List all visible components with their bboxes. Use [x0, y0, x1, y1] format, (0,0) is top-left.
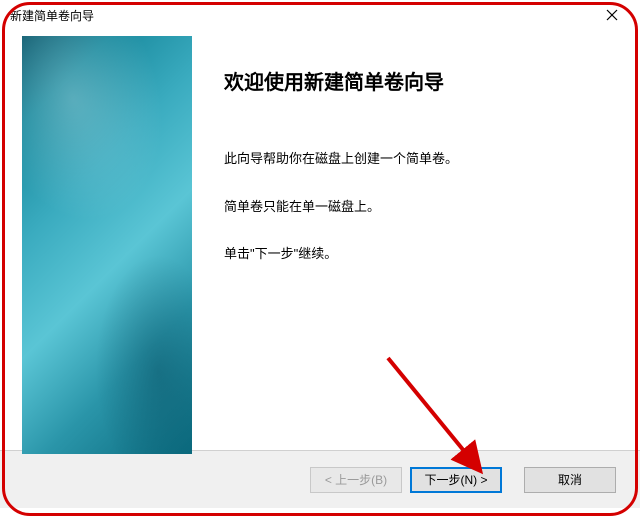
window-title: 新建简单卷向导 [10, 7, 94, 24]
content-area: 欢迎使用新建简单卷向导 此向导帮助你在磁盘上创建一个简单卷。 简单卷只能在单一磁… [0, 30, 640, 450]
main-content: 欢迎使用新建简单卷向导 此向导帮助你在磁盘上创建一个简单卷。 简单卷只能在单一磁… [192, 30, 640, 450]
close-button[interactable] [592, 1, 632, 29]
title-bar: 新建简单卷向导 [0, 0, 640, 30]
wizard-sidebar-graphic [22, 36, 192, 454]
next-button[interactable]: 下一步(N) > [410, 467, 502, 493]
wizard-text-1: 此向导帮助你在磁盘上创建一个简单卷。 [224, 149, 610, 169]
back-button: < 上一步(B) [310, 467, 402, 493]
close-icon [606, 9, 618, 21]
cancel-button[interactable]: 取消 [524, 467, 616, 493]
button-bar: < 上一步(B) 下一步(N) > 取消 [0, 450, 640, 508]
wizard-text-3: 单击"下一步"继续。 [224, 244, 610, 264]
wizard-heading: 欢迎使用新建简单卷向导 [224, 66, 610, 95]
wizard-text-2: 简单卷只能在单一磁盘上。 [224, 197, 610, 217]
